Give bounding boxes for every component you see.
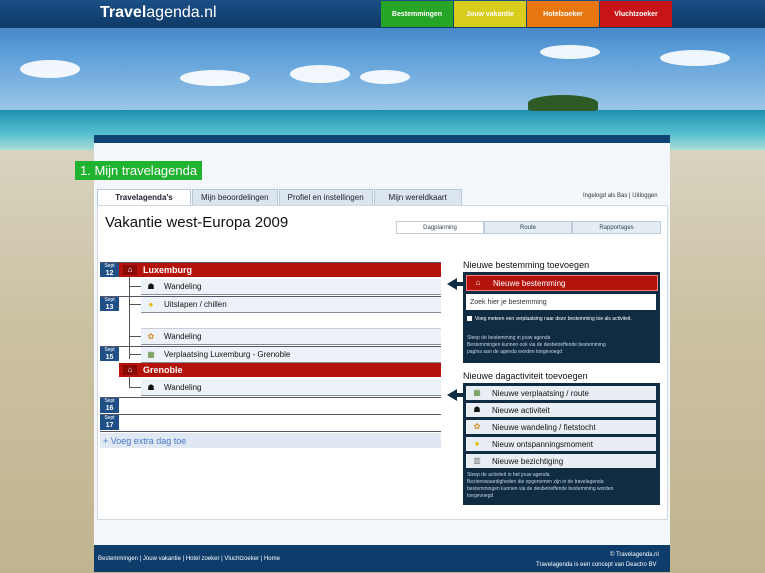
drag-arrow-icon [456,393,464,397]
activity-help-text: Sleep de activiteit in het jouw agenda B… [467,472,614,499]
footer-concept: Travelagenda is een concept van Deactro … [536,562,657,568]
day-separator [100,431,441,432]
tree-line [129,387,141,388]
tab-wereldkaart[interactable]: Mijn wereldkaart [373,189,462,206]
building-icon: ▥ [473,456,481,465]
binoculars-icon: ☗ [147,382,155,392]
tree-line [129,304,141,305]
activity-row[interactable]: ● Uitslapen / chillen [141,297,441,313]
destination-search-input[interactable]: Zoek hier je bestemming [466,294,656,310]
home-icon: ⌂ [123,365,137,375]
map-route-icon: ▦ [147,349,155,359]
checkbox[interactable] [467,316,472,322]
page-title: Vakantie west-Europa 2009 [105,214,289,231]
smiley-icon: ● [474,439,480,448]
new-sightseeing-button[interactable]: ▥ Nieuwe bezichtiging [466,454,656,468]
login-status[interactable]: Ingelogd als Bas | Uitloggen [583,193,658,199]
smiley-icon: ● [148,299,154,309]
new-destination-button[interactable]: ⌂ Nieuwe bestemming [466,275,658,291]
binoculars-icon: ☗ [147,281,155,291]
day-label: Sept 15 [100,347,119,361]
panel-top-strip [94,135,670,143]
add-day-button[interactable]: + Voeg extra dag toe [100,433,441,448]
hiking-icon: ✿ [473,422,481,431]
day-separator [100,414,441,415]
cloud [20,60,80,78]
day-label: Sept 12 [100,263,119,277]
top-bar: Travelagenda.nl Bestemmingen Jouw vakant… [0,0,765,28]
add-transfer-checkbox-row[interactable]: Voeg meteen een verplaatsing naar deze b… [467,316,657,322]
nav-jouw-vakantie[interactable]: Jouw vakantie [454,1,526,27]
cloud [660,50,730,66]
new-relax-button[interactable]: ● Nieuw ontspanningsmoment [466,437,656,451]
new-activity-button[interactable]: ☗ Nieuwe activiteit [466,403,656,417]
section-title: 1. Mijn travelagenda [75,161,203,180]
activity-row[interactable]: ☗ Wandeling [141,279,441,295]
main-tabs: Travelagenda's Mijn beoordelingen Profie… [97,189,463,206]
drag-arrow-icon [456,282,464,286]
activity-row[interactable]: ▦ Verplaatsing Luxemburg - Grenoble [141,347,441,363]
subtab-dagplanning[interactable]: Dagplanning [396,221,484,234]
tab-mijn-beoordelingen[interactable]: Mijn beoordelingen [192,189,278,206]
activity-row[interactable]: ☗ Wandeling [141,380,441,396]
island-image [528,95,598,111]
day-separator [100,397,441,398]
nav-hotelzoeker[interactable]: Hotelzoeker [527,1,599,27]
subtab-rapportages[interactable]: Rapportages [572,221,661,234]
home-icon: ⌂ [475,278,481,287]
tree-line [129,377,130,387]
hiking-icon: ✿ [147,331,155,341]
tree-line [129,336,141,337]
cloud [180,70,250,86]
cloud [360,70,410,84]
cloud [540,45,600,59]
activity-row[interactable]: ✿ Wandeling [141,329,441,345]
tab-travelagendas[interactable]: Travelagenda's [97,189,191,206]
empty-slot[interactable] [141,313,441,329]
destination-help-text: Sleep de bestemming in jouw agenda Beste… [467,335,606,355]
site-logo[interactable]: Travelagenda.nl [100,4,217,22]
binoculars-icon: ☗ [473,405,481,414]
nav-vluchtzoeker[interactable]: Vluchtzoeker [600,1,672,27]
tree-line [129,354,141,355]
subtab-route[interactable]: Route [484,221,572,234]
new-route-button[interactable]: ▦ Nieuwe verplaatsing / route [466,386,656,400]
day-label: Sept 17 [100,415,119,430]
home-icon: ⌂ [123,265,137,275]
new-activity-heading: Nieuwe dagactiviteit toevoegen [463,371,588,381]
new-destination-heading: Nieuwe bestemming toevoegen [463,260,590,270]
cloud [290,65,350,83]
map-route-icon: ▦ [473,388,481,397]
day-label: Sept 16 [100,398,119,413]
destination-row[interactable]: ⌂ Luxemburg [119,263,441,277]
tree-line [129,286,141,287]
tab-profiel[interactable]: Profiel en instellingen [278,189,373,206]
nav-bestemmingen[interactable]: Bestemmingen [381,1,453,27]
new-hike-button[interactable]: ✿ Nieuwe wandeling / fietstocht [466,420,656,434]
destination-row[interactable]: ⌂ Grenoble [119,363,441,377]
footer-links[interactable]: Bestemmingen | Jouw vakantie | Hotel zoe… [98,556,280,562]
footer-copyright: © Travelagenda.nl [610,552,659,558]
day-label: Sept 13 [100,297,119,311]
